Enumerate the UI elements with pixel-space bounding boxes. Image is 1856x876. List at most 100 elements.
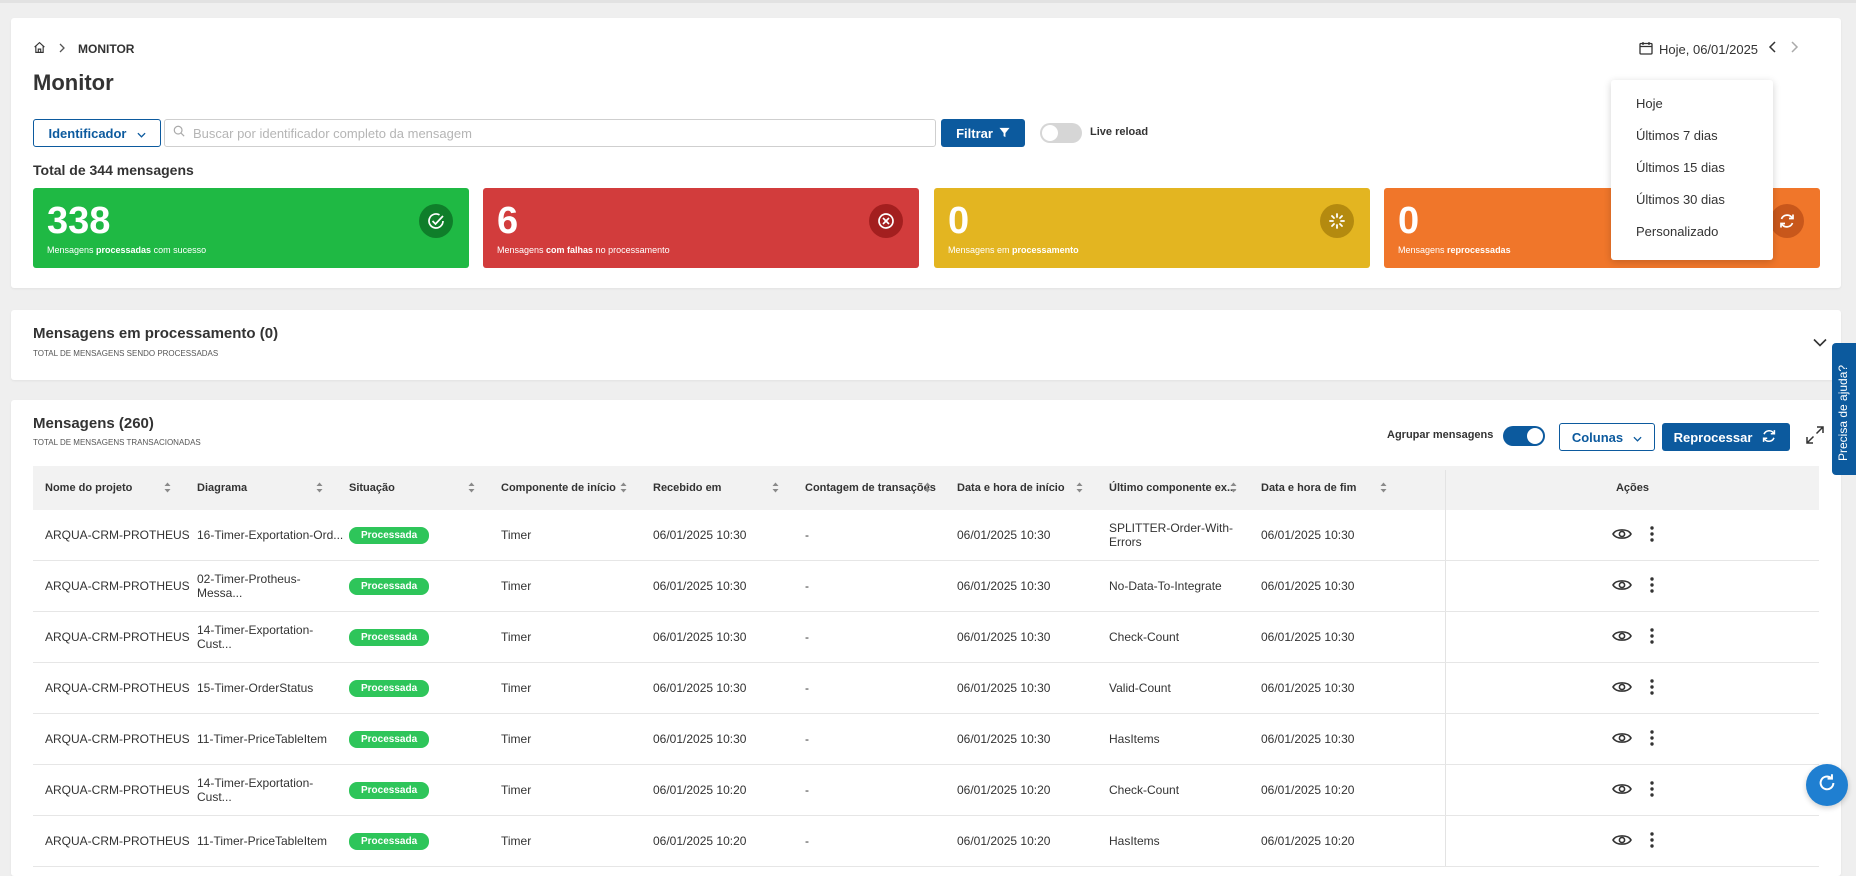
cell-end-datetime: 06/01/2025 10:20 xyxy=(1261,765,1409,815)
cell-status: Processada xyxy=(349,663,497,713)
cell-text: 06/01/2025 10:30 xyxy=(1261,630,1355,644)
group-messages-toggle[interactable] xyxy=(1503,426,1545,446)
cell-project-name: ARQUA-CRM-PROTHEUS xyxy=(45,816,193,866)
eye-icon[interactable] xyxy=(1611,833,1632,850)
table-row[interactable]: ARQUA-CRM-PROTHEUS 14-Timer-Exportation-C… xyxy=(33,612,1819,663)
sort-icon[interactable] xyxy=(1380,482,1387,495)
cell-status: Processada xyxy=(349,561,497,611)
cell-text: Valid-Count xyxy=(1109,681,1171,695)
home-icon[interactable] xyxy=(33,41,46,57)
refresh-fab[interactable] xyxy=(1806,764,1848,806)
stat-value: 6 xyxy=(497,200,519,242)
chevron-down-icon[interactable] xyxy=(1813,334,1827,352)
table-row[interactable]: ARQUA-CRM-PROTHEUS 11-Timer-PriceTableIte… xyxy=(33,714,1819,765)
row-actions xyxy=(1446,561,1819,611)
more-vertical-icon[interactable] xyxy=(1649,831,1654,851)
cell-text: 06/01/2025 10:30 xyxy=(957,630,1051,644)
filter-button[interactable]: Filtrar xyxy=(941,119,1025,147)
cell-last-component: SPLITTER-Order-With-Errors xyxy=(1109,510,1259,560)
identifier-select[interactable]: Identificador xyxy=(33,119,161,147)
eye-icon[interactable] xyxy=(1611,578,1632,595)
cell-text: 06/01/2025 10:20 xyxy=(957,783,1051,797)
date-option-today[interactable]: Hoje xyxy=(1611,88,1773,120)
column-header-label: Contagem de transações xyxy=(805,482,936,494)
cell-received-at: 06/01/2025 10:30 xyxy=(653,663,801,713)
eye-icon[interactable] xyxy=(1611,527,1632,544)
more-vertical-icon[interactable] xyxy=(1649,678,1654,698)
sort-icon[interactable] xyxy=(620,482,627,495)
chevron-left-icon[interactable] xyxy=(1764,40,1780,58)
column-header-start-datetime[interactable]: Data e hora de início xyxy=(957,466,1105,510)
more-vertical-icon[interactable] xyxy=(1649,780,1654,800)
stat-card-success[interactable]: 338 Mensagens processadas com sucesso xyxy=(33,188,469,268)
cell-start-datetime: 06/01/2025 10:20 xyxy=(957,765,1105,815)
sort-icon[interactable] xyxy=(1230,482,1237,495)
date-option-15-days[interactable]: Últimos 15 dias xyxy=(1611,152,1773,184)
cell-text: - xyxy=(805,681,809,695)
cell-text: 06/01/2025 10:30 xyxy=(653,630,747,644)
sort-icon[interactable] xyxy=(468,482,475,495)
column-header-received-at[interactable]: Recebido em xyxy=(653,466,801,510)
table-row[interactable]: ARQUA-CRM-PROTHEUS 14-Timer-Exportation-C… xyxy=(33,765,1819,816)
date-option-custom[interactable]: Personalizado xyxy=(1611,216,1773,248)
column-header-project-name[interactable]: Nome do projeto xyxy=(45,466,193,510)
cell-transaction-count: - xyxy=(805,561,953,611)
calendar-icon[interactable] xyxy=(1639,41,1653,58)
sort-icon[interactable] xyxy=(316,482,323,495)
table-row[interactable]: ARQUA-CRM-PROTHEUS 02-Timer-Protheus-Mess… xyxy=(33,561,1819,612)
cell-text: 11-Timer-PriceTableItem xyxy=(197,732,328,746)
date-label[interactable]: Hoje, 06/01/2025 xyxy=(1659,42,1758,57)
column-header-label: Data e hora de início xyxy=(957,482,1065,494)
cell-project-name: ARQUA-CRM-PROTHEUS xyxy=(45,714,193,764)
cell-text: 06/01/2025 10:30 xyxy=(957,732,1051,746)
eye-icon[interactable] xyxy=(1611,680,1632,697)
date-option-7-days[interactable]: Últimos 7 dias xyxy=(1611,120,1773,152)
cell-text: Timer xyxy=(501,732,532,746)
cell-start-datetime: 06/01/2025 10:20 xyxy=(957,816,1105,866)
more-vertical-icon[interactable] xyxy=(1649,525,1654,545)
column-header-transaction-count[interactable]: Contagem de transações xyxy=(805,466,953,510)
live-reload-toggle[interactable] xyxy=(1040,123,1082,143)
sort-icon[interactable] xyxy=(772,482,779,495)
cell-end-datetime: 06/01/2025 10:30 xyxy=(1261,561,1409,611)
search-box xyxy=(164,119,936,147)
table-row[interactable]: ARQUA-CRM-PROTHEUS 16-Timer-Exportation-O… xyxy=(33,510,1819,561)
eye-icon[interactable] xyxy=(1611,629,1632,646)
stat-card-failed[interactable]: 6 Mensagens com falhas no processamento xyxy=(483,188,919,268)
cell-text: - xyxy=(805,834,809,848)
cell-text: Timer xyxy=(501,528,532,542)
table-row[interactable]: ARQUA-CRM-PROTHEUS 15-Timer-OrderStatus Pr… xyxy=(33,663,1819,714)
stat-card-processing[interactable]: 0 Mensagens em processamento xyxy=(934,188,1370,268)
sort-icon[interactable] xyxy=(1076,482,1083,495)
help-tab[interactable]: Precisa de ajuda? xyxy=(1832,343,1856,475)
cell-text: 02-Timer-Protheus-Messa... xyxy=(197,572,301,600)
filter-icon xyxy=(999,126,1010,141)
more-vertical-icon[interactable] xyxy=(1649,576,1654,596)
cell-text: Timer xyxy=(501,681,532,695)
column-header-diagram[interactable]: Diagrama xyxy=(197,466,345,510)
processing-section[interactable]: Mensagens em processamento (0) TOTAL DE … xyxy=(11,310,1841,380)
chevron-right-icon[interactable] xyxy=(1786,40,1802,58)
cell-transaction-count: - xyxy=(805,612,953,662)
more-vertical-icon[interactable] xyxy=(1649,729,1654,749)
sort-icon[interactable] xyxy=(164,482,171,495)
search-input[interactable] xyxy=(193,125,893,141)
column-header-start-component[interactable]: Componente de início xyxy=(501,466,649,510)
eye-icon[interactable] xyxy=(1611,782,1632,799)
column-header-last-component[interactable]: Último componente ex... xyxy=(1109,466,1259,510)
expand-icon[interactable] xyxy=(1806,426,1824,449)
eye-icon[interactable] xyxy=(1611,731,1632,748)
cell-text: 06/01/2025 10:20 xyxy=(1261,834,1355,848)
more-vertical-icon[interactable] xyxy=(1649,627,1654,647)
sort-icon[interactable] xyxy=(924,482,931,495)
table-row[interactable]: ARQUA-CRM-PROTHEUS 11-Timer-PriceTableIte… xyxy=(33,816,1819,867)
cell-diagram: 14-Timer-Exportation-Cust... xyxy=(197,765,345,815)
column-header-status[interactable]: Situação xyxy=(349,466,497,510)
column-header-end-datetime[interactable]: Data e hora de fim xyxy=(1261,466,1409,510)
cell-text: 16-Timer-Exportation-Ord... xyxy=(197,528,344,542)
date-option-30-days[interactable]: Últimos 30 dias xyxy=(1611,184,1773,216)
columns-button[interactable]: Colunas xyxy=(1559,423,1655,451)
breadcrumb-current: MONITOR xyxy=(78,42,135,56)
row-actions xyxy=(1446,714,1819,764)
reprocess-button[interactable]: Reprocessar xyxy=(1662,423,1790,451)
